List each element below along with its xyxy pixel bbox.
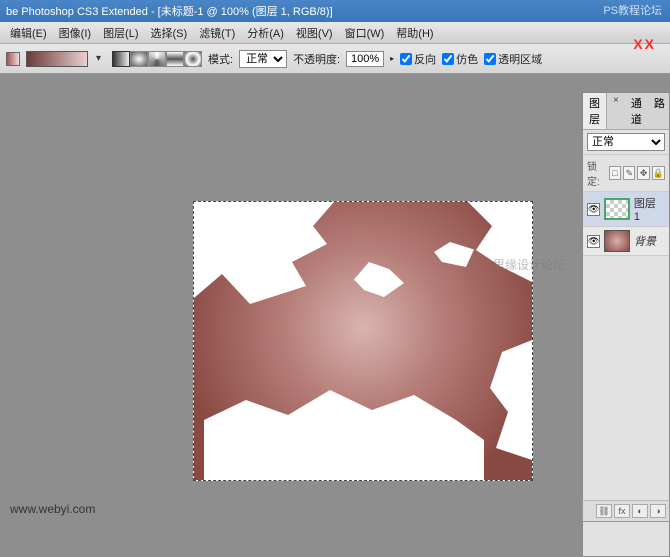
lock-row: 锁定: □ ✎ ✥ 🔒: [583, 155, 669, 192]
menu-select[interactable]: 选择(S): [145, 25, 194, 41]
menu-image[interactable]: 图像(I): [53, 25, 97, 41]
dither-checkbox[interactable]: 仿色: [442, 51, 478, 67]
xx-label: XX: [633, 36, 656, 52]
white-region: [194, 202, 334, 322]
menu-analysis[interactable]: 分析(A): [241, 25, 290, 41]
menu-layer[interactable]: 图层(L): [97, 25, 144, 41]
menu-window[interactable]: 窗口(W): [339, 25, 391, 41]
title-bar: be Photoshop CS3 Extended - [未标题-1 @ 100…: [0, 0, 670, 22]
menu-help[interactable]: 帮助(H): [390, 25, 439, 41]
panel-footer: ⛓ fx ◐ ◑: [582, 500, 670, 522]
gradient-linear-icon[interactable]: [112, 51, 130, 67]
tab-layers[interactable]: 图层: [583, 93, 607, 129]
gradient-type-group: [112, 51, 202, 67]
menu-bar: 编辑(E) 图像(I) 图层(L) 选择(S) 滤镜(T) 分析(A) 视图(V…: [0, 22, 670, 44]
layer-row-bg[interactable]: 👁 背景: [583, 227, 669, 256]
blend-mode-select[interactable]: 正常: [587, 133, 665, 151]
layer-row-1[interactable]: 👁 图层 1: [583, 192, 669, 227]
link-layers-icon[interactable]: ⛓: [596, 504, 612, 518]
visibility-icon[interactable]: 👁: [587, 235, 600, 248]
tab-paths[interactable]: 路: [648, 93, 670, 129]
layer-mask-icon[interactable]: ◐: [632, 504, 648, 518]
opacity-input[interactable]: [346, 51, 384, 67]
gradient-preview[interactable]: [26, 51, 88, 67]
tool-swatch-icon[interactable]: [6, 52, 20, 66]
layer-name: 背景: [634, 233, 656, 249]
adjustment-layer-icon[interactable]: ◑: [650, 504, 666, 518]
reverse-checkbox[interactable]: 反向: [400, 51, 436, 67]
layer-fx-icon[interactable]: fx: [614, 504, 630, 518]
lock-all-icon[interactable]: 🔒: [652, 166, 665, 180]
lock-pixels-icon[interactable]: ✎: [623, 166, 635, 180]
gradient-angle-icon[interactable]: [148, 51, 166, 67]
bottom-watermark: www.webyi.com: [10, 502, 95, 516]
layer-thumbnail[interactable]: [604, 198, 630, 220]
lock-position-icon[interactable]: ✥: [637, 166, 649, 180]
lock-label: 锁定:: [587, 158, 607, 188]
tab-channels[interactable]: 通道: [625, 93, 648, 129]
app-title: be Photoshop CS3 Extended - [未标题-1 @ 100…: [6, 3, 333, 19]
menu-filter[interactable]: 滤镜(T): [193, 25, 241, 41]
layers-panel: 图层 × 通道 路 正常 锁定: □ ✎ ✥ 🔒 👁 图层 1 👁 背景: [582, 92, 670, 557]
gradient-reflected-icon[interactable]: [166, 51, 184, 67]
brand-label: PS教程论坛: [603, 2, 662, 18]
white-region: [204, 380, 484, 480]
lock-transparent-icon[interactable]: □: [609, 166, 621, 180]
transparency-checkbox[interactable]: 透明区域: [484, 51, 542, 67]
layer-thumbnail[interactable]: [604, 230, 630, 252]
white-region: [434, 242, 474, 267]
opacity-label: 不透明度:: [293, 51, 340, 67]
document-canvas[interactable]: [193, 201, 533, 481]
visibility-icon[interactable]: 👁: [587, 203, 600, 216]
gradient-radial-icon[interactable]: [130, 51, 148, 67]
white-region: [354, 262, 404, 297]
watermark-cn: 思缘设计论坛: [493, 256, 565, 273]
layer-name: 图层 1: [634, 195, 665, 223]
panel-tabs: 图层 × 通道 路: [583, 93, 669, 130]
gradient-diamond-icon[interactable]: [184, 51, 202, 67]
canvas-content: [194, 202, 532, 480]
menu-edit[interactable]: 编辑(E): [4, 25, 53, 41]
opacity-arrow-icon[interactable]: ▸: [390, 54, 394, 63]
menu-view[interactable]: 视图(V): [290, 25, 339, 41]
options-bar: 模式: 正常 不透明度: ▸ 反向 仿色 透明区域: [0, 44, 670, 74]
mode-select[interactable]: 正常: [239, 50, 287, 68]
mode-label: 模式:: [208, 51, 233, 67]
